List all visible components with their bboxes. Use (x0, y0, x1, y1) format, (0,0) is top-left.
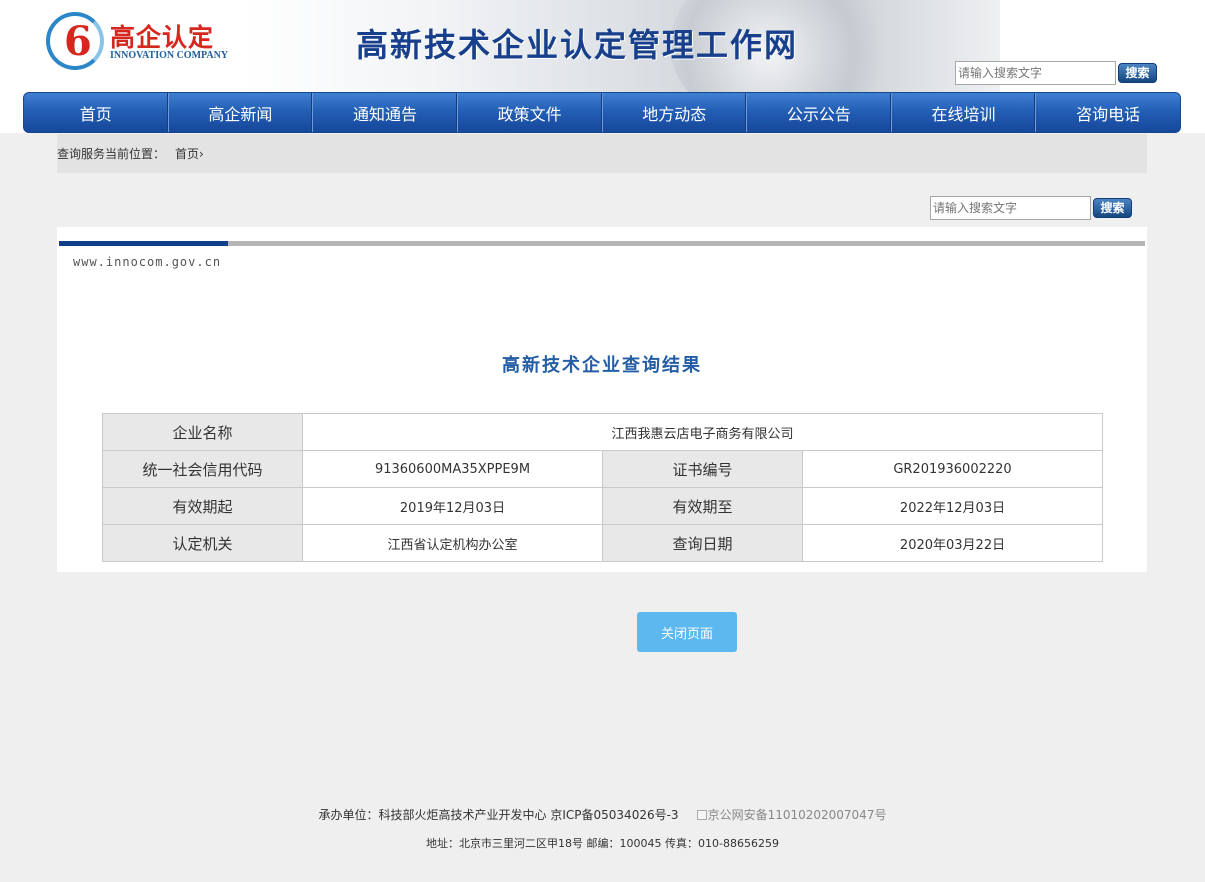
nav-item-training[interactable]: 在线培训 (892, 93, 1037, 132)
police-record-link[interactable]: 京公网安备11010202007047号 (696, 806, 887, 823)
footer-address: 地址：北京市三里河二区甲18号 邮编：100045 传真：010-8865625… (426, 837, 779, 850)
valid-from-value: 2019年12月03日 (302, 487, 603, 525)
site-title: 高新技术企业认定管理工作网 (356, 26, 799, 64)
nav-item-news[interactable]: 高企新闻 (169, 93, 314, 132)
authority-value: 江西省认定机构办公室 (302, 524, 603, 562)
chevron-right-icon: › (199, 146, 204, 161)
content-search-button[interactable]: 搜索 (1093, 198, 1132, 218)
breadcrumb-home-link[interactable]: 首页 (175, 145, 199, 162)
breadcrumb-label: 查询服务当前位置： (57, 147, 166, 161)
close-page-button[interactable]: 关闭页面 (637, 612, 737, 652)
logo-mark-icon: 6 (46, 12, 104, 70)
site-url: www.innocom.gov.cn (73, 255, 222, 269)
panel-divider-accent (59, 241, 228, 246)
nav-item-hotline[interactable]: 咨询电话 (1036, 93, 1180, 132)
query-date-value: 2020年03月22日 (801, 524, 1104, 562)
credit-code-label: 统一社会信用代码 (102, 450, 303, 488)
nav-item-home[interactable]: 首页 (24, 93, 169, 132)
police-badge-icon (696, 809, 707, 820)
cert-no-value: GR201936002220 (801, 450, 1104, 488)
result-panel: www.innocom.gov.cn 高新技术企业查询结果 企业名称 江西我惠云… (57, 227, 1147, 572)
header-search-input[interactable] (955, 61, 1116, 85)
valid-to-label: 有效期至 (602, 487, 803, 525)
authority-label: 认定机关 (102, 524, 303, 562)
cert-no-label: 证书编号 (602, 450, 803, 488)
nav-item-policies[interactable]: 政策文件 (458, 93, 603, 132)
nav-item-local[interactable]: 地方动态 (603, 93, 748, 132)
table-row: 有效期起 2019年12月03日 有效期至 2022年12月03日 (102, 487, 1104, 525)
logo-text-cn: 高企认定 (110, 23, 215, 52)
logo-text-en: INNOVATION COMPANY (110, 50, 229, 61)
header-search: 搜索 (955, 61, 1157, 85)
footer-organizer-text: 承办单位：科技部火炬高技术产业开发中心 京ICP备05034026号-3 (318, 808, 679, 822)
valid-to-value: 2022年12月03日 (801, 487, 1104, 525)
table-row: 统一社会信用代码 91360600MA35XPPE9M 证书编号 GR20193… (102, 450, 1104, 488)
police-record-text: 京公网安备11010202007047号 (707, 808, 887, 822)
site-logo[interactable]: 6 高企认定 INNOVATION COMPANY (44, 10, 244, 72)
result-table: 企业名称 江西我惠云店电子商务有限公司 统一社会信用代码 91360600MA3… (102, 413, 1104, 562)
result-title: 高新技术企业查询结果 (502, 355, 702, 376)
content-search-input[interactable] (930, 196, 1091, 220)
footer-organizer: 承办单位：科技部火炬高技术产业开发中心 京ICP备05034026号-3 京公网… (0, 806, 1205, 823)
table-row: 认定机关 江西省认定机构办公室 查询日期 2020年03月22日 (102, 524, 1104, 562)
main-nav: 首页 高企新闻 通知通告 政策文件 地方动态 公示公告 在线培训 咨询电话 (23, 92, 1181, 133)
breadcrumb: 查询服务当前位置： 首页 › (57, 134, 1147, 173)
query-date-label: 查询日期 (602, 524, 803, 562)
credit-code-value: 91360600MA35XPPE9M (302, 450, 603, 488)
content-search: 搜索 (930, 196, 1132, 220)
company-name-label: 企业名称 (102, 413, 303, 451)
header-search-button[interactable]: 搜索 (1118, 63, 1157, 83)
valid-from-label: 有效期起 (102, 487, 303, 525)
nav-item-announcements[interactable]: 公示公告 (747, 93, 892, 132)
company-name-value: 江西我惠云店电子商务有限公司 (301, 413, 1104, 451)
nav-item-notices[interactable]: 通知通告 (313, 93, 458, 132)
table-row: 企业名称 江西我惠云店电子商务有限公司 (102, 413, 1104, 451)
